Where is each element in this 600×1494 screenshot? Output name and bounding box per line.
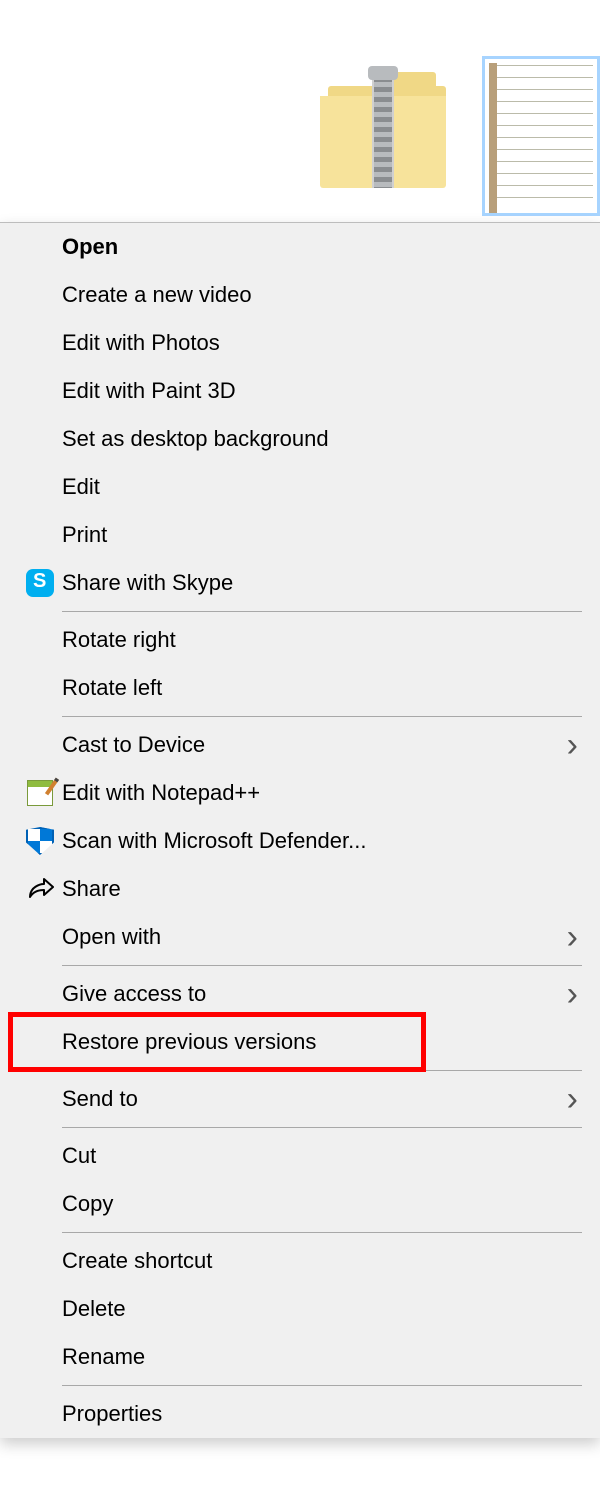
- share-arrow-icon: [26, 877, 54, 901]
- menu-item-cut[interactable]: Cut: [0, 1132, 600, 1180]
- menu-item-label: Open with: [62, 924, 567, 950]
- notepad-icon-slot: [18, 780, 62, 806]
- context-menu: Open Create a new video Edit with Photos Ed…: [0, 222, 600, 1438]
- chevron-right-icon: ›: [567, 733, 582, 757]
- menu-item-edit-notepadpp[interactable]: Edit with Notepad++: [0, 769, 600, 817]
- chevron-right-icon: ›: [567, 982, 582, 1006]
- menu-item-rename[interactable]: Rename: [0, 1333, 600, 1381]
- menu-item-rotate-left[interactable]: Rotate left: [0, 664, 600, 712]
- menu-separator: [62, 1385, 582, 1386]
- menu-item-label: Delete: [62, 1296, 582, 1322]
- menu-item-edit[interactable]: Edit: [0, 463, 600, 511]
- menu-separator: [62, 1070, 582, 1071]
- menu-item-label: Share: [62, 876, 582, 902]
- menu-item-edit-paint3d[interactable]: Edit with Paint 3D: [0, 367, 600, 415]
- chevron-right-icon: ›: [567, 925, 582, 949]
- menu-item-label: Properties: [62, 1401, 582, 1427]
- zip-folder-icon[interactable]: [320, 72, 450, 187]
- menu-item-label: Cast to Device: [62, 732, 567, 758]
- menu-item-label: Set as desktop background: [62, 426, 582, 452]
- menu-item-open-with[interactable]: Open with›: [0, 913, 600, 961]
- menu-item-create-shortcut[interactable]: Create shortcut: [0, 1237, 600, 1285]
- menu-item-label: Edit: [62, 474, 582, 500]
- menu-item-label: Cut: [62, 1143, 582, 1169]
- menu-item-label: Copy: [62, 1191, 582, 1217]
- menu-item-scan-defender[interactable]: Scan with Microsoft Defender...: [0, 817, 600, 865]
- menu-item-delete[interactable]: Delete: [0, 1285, 600, 1333]
- skype-icon-slot: [18, 569, 62, 597]
- share-icon-slot: [18, 877, 62, 901]
- menu-item-label: Scan with Microsoft Defender...: [62, 828, 582, 854]
- menu-item-label: Edit with Photos: [62, 330, 582, 356]
- menu-item-label: Open: [62, 234, 582, 260]
- menu-item-share-skype[interactable]: Share with Skype: [0, 559, 600, 607]
- defender-shield-icon: [26, 827, 54, 855]
- menu-item-label: Rotate left: [62, 675, 582, 701]
- menu-item-label: Send to: [62, 1086, 567, 1112]
- menu-item-label: Print: [62, 522, 582, 548]
- menu-item-label: Create a new video: [62, 282, 582, 308]
- menu-item-print[interactable]: Print: [0, 511, 600, 559]
- chevron-right-icon: ›: [567, 1087, 582, 1111]
- menu-item-create-video[interactable]: Create a new video: [0, 271, 600, 319]
- menu-item-rotate-right[interactable]: Rotate right: [0, 616, 600, 664]
- menu-item-send-to[interactable]: Send to›: [0, 1075, 600, 1123]
- menu-separator: [62, 1232, 582, 1233]
- skype-icon: [26, 569, 54, 597]
- menu-item-label: Create shortcut: [62, 1248, 582, 1274]
- notepadpp-icon: [27, 780, 53, 806]
- menu-item-restore-versions[interactable]: Restore previous versions: [0, 1018, 600, 1066]
- menu-item-label: Share with Skype: [62, 570, 582, 596]
- menu-item-copy[interactable]: Copy: [0, 1180, 600, 1228]
- menu-item-give-access[interactable]: Give access to›: [0, 970, 600, 1018]
- menu-item-label: Edit with Paint 3D: [62, 378, 582, 404]
- menu-item-label: Rotate right: [62, 627, 582, 653]
- selected-image-thumbnail[interactable]: [482, 56, 600, 216]
- menu-item-label: Rename: [62, 1344, 582, 1370]
- menu-item-share[interactable]: Share: [0, 865, 600, 913]
- menu-item-properties[interactable]: Properties: [0, 1390, 600, 1438]
- menu-item-edit-photos[interactable]: Edit with Photos: [0, 319, 600, 367]
- menu-item-label: Edit with Notepad++: [62, 780, 582, 806]
- menu-item-open[interactable]: Open: [0, 223, 600, 271]
- menu-item-label: Restore previous versions: [62, 1029, 582, 1055]
- desktop-background: [0, 0, 600, 222]
- menu-separator: [62, 716, 582, 717]
- menu-separator: [62, 611, 582, 612]
- menu-separator: [62, 965, 582, 966]
- menu-item-cast[interactable]: Cast to Device›: [0, 721, 600, 769]
- menu-item-label: Give access to: [62, 981, 567, 1007]
- defender-icon-slot: [18, 827, 62, 855]
- menu-item-set-background[interactable]: Set as desktop background: [0, 415, 600, 463]
- menu-separator: [62, 1127, 582, 1128]
